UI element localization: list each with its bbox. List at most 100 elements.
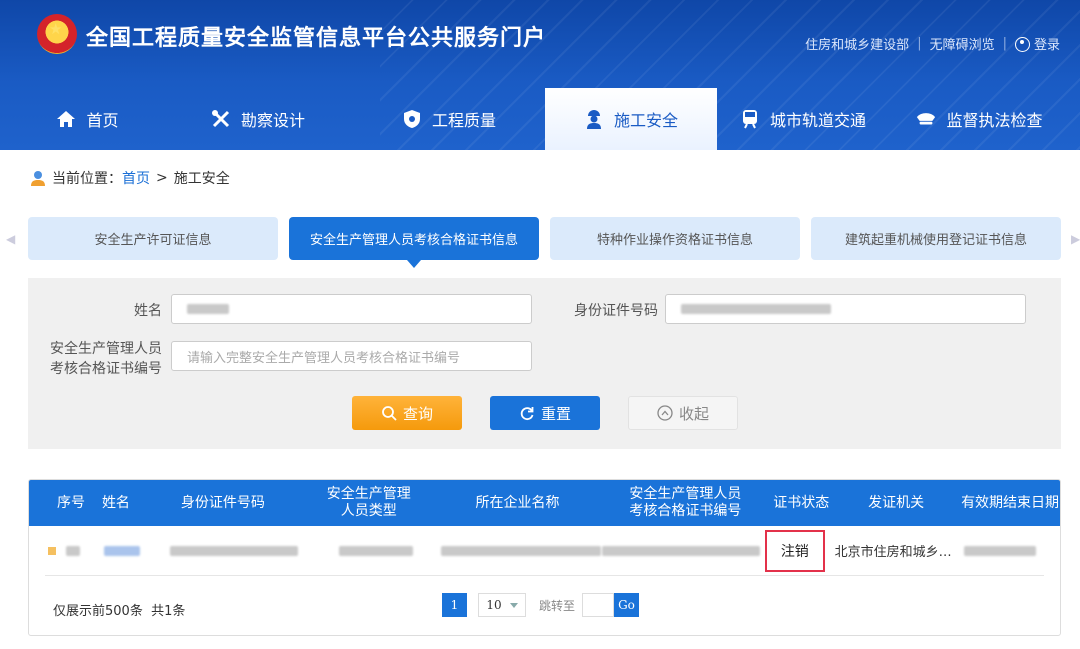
nav-item-home[interactable]: 首页 (12, 88, 163, 150)
pagination: 仅展示前500条 共1条 1 10 跳转至 Go (29, 576, 1060, 632)
go-button[interactable]: Go (614, 593, 639, 617)
login-label: 登录 (1033, 38, 1060, 53)
col-cert-number: 安全生产管理人员 考核合格证书编号 (600, 480, 770, 526)
refresh-icon (520, 407, 534, 421)
tabs-next-arrow-icon[interactable]: ▶ (1071, 232, 1080, 246)
cell-id-number (156, 545, 312, 556)
location-person-icon (31, 171, 45, 186)
divider: | (917, 36, 922, 51)
col-person-type-line-2: 人员类型 (340, 503, 397, 519)
tabs-prev-arrow-icon[interactable]: ◀ (6, 232, 15, 246)
redacted-value (66, 545, 80, 556)
col-seq: 序号 (56, 494, 85, 511)
cert-number-input[interactable]: 请输入完整安全生产管理人员考核合格证书编号 (171, 341, 532, 371)
result-summary: 仅展示前500条 共1条 (53, 604, 186, 619)
table-header: 序号 姓名 身份证件号码 安全生产管理 人员类型 所在企业名称 安全生产管理人员考… (29, 480, 1060, 526)
table-row[interactable]: 注销 北京市住房和城乡… (45, 526, 1044, 576)
site-title: 全国工程质量安全监管信息平台公共服务门户 (86, 26, 547, 51)
train-icon (740, 109, 760, 129)
col-issuer: 发证机关 (868, 494, 925, 511)
redacted-value (681, 304, 831, 314)
nav-label: 施工安全 (613, 111, 678, 130)
redacted-value (964, 545, 1037, 556)
cell-end-date (956, 545, 1044, 556)
cell-name[interactable] (88, 545, 156, 556)
status-value: 注销 (780, 543, 809, 560)
breadcrumb-home-link[interactable]: 首页 (122, 168, 150, 188)
cell-company (440, 545, 602, 556)
nav-label: 工程质量 (431, 111, 496, 130)
nav-label: 监督执法检查 (946, 111, 1043, 130)
chevron-up-circle-icon (657, 405, 673, 421)
nav-item-rail-transit[interactable]: 城市轨道交通 (717, 88, 889, 150)
user-icon (1014, 37, 1030, 52)
cert-number-label: 安全生产管理人员 考核合格证书编号 (46, 339, 162, 379)
collapse-button[interactable]: 收起 (628, 396, 738, 430)
jump-page-input[interactable] (582, 593, 614, 617)
row-marker (48, 546, 56, 555)
col-person-type-line-1: 安全生产管理 (326, 486, 411, 502)
redacted-value (187, 304, 229, 314)
cell-person-type (312, 545, 440, 556)
query-label: 查询 (402, 404, 433, 423)
tab-safety-license[interactable]: 安全生产许可证信息 (28, 217, 278, 260)
col-name: 姓名 (101, 494, 130, 511)
name-input[interactable] (171, 294, 532, 324)
cell-issuer: 北京市住房和城乡… (834, 545, 952, 560)
redacted-value (441, 545, 601, 556)
police-cap-icon (916, 109, 936, 129)
national-emblem-icon (37, 14, 77, 54)
query-button[interactable]: 查询 (352, 396, 462, 430)
col-cert-number-line-1: 安全生产管理人员 (629, 486, 742, 502)
nav-item-construction-safety[interactable]: 施工安全 (545, 88, 717, 150)
tab-crane-registration[interactable]: 建筑起重机械使用登记证书信息 (811, 217, 1061, 260)
col-person-type: 安全生产管理 人员类型 (303, 480, 435, 526)
login-link[interactable]: 登录 (1014, 34, 1060, 53)
col-id-number: 身份证件号码 (180, 494, 265, 511)
cell-seq (45, 545, 88, 556)
col-status: 证书状态 (773, 494, 830, 511)
tab-manager-certificate[interactable]: 安全生产管理人员考核合格证书信息 (289, 217, 539, 268)
breadcrumb: 当前位置： 首页 > 施工安全 (30, 168, 230, 188)
cert-number-label-line-1: 安全生产管理人员 (50, 341, 162, 357)
nav-label: 首页 (86, 111, 119, 130)
site-header: 全国工程质量安全监管信息平台公共服务门户 住房和城乡建设部 | 无障碍浏览 | … (0, 0, 1080, 150)
breadcrumb-current: 施工安全 (173, 171, 230, 187)
nav-label: 城市轨道交通 (769, 111, 866, 130)
col-end-date: 有效期结束日期 (961, 494, 1060, 511)
redacted-value (169, 545, 298, 556)
redacted-value (338, 545, 413, 556)
reset-label: 重置 (540, 404, 571, 423)
status-highlight: 注销 (764, 529, 825, 572)
breadcrumb-prefix: 当前位置： (52, 171, 122, 187)
page-number-button[interactable]: 1 (442, 593, 467, 617)
reset-button[interactable]: 重置 (490, 396, 600, 430)
breadcrumb-separator: > (156, 170, 168, 186)
main-nav: 首页 勘察设计 工程质量 施工安全 城市轨道交通 监督执法检查 (0, 88, 1080, 150)
nav-item-supervision[interactable]: 监督执法检查 (889, 88, 1070, 150)
accessible-link[interactable]: 无障碍浏览 (930, 34, 995, 53)
results-table: 序号 姓名 身份证件号码 安全生产管理 人员类型 所在企业名称 安全生产管理人员考… (28, 479, 1061, 636)
col-company: 所在企业名称 (475, 494, 560, 511)
nav-item-survey-design[interactable]: 勘察设计 (163, 88, 353, 150)
col-cert-number-line-2: 考核合格证书编号 (629, 503, 742, 519)
certificate-tabs: 安全生产许可证信息 安全生产管理人员考核合格证书信息 特种作业操作资格证书信息 … (28, 217, 1061, 268)
worker-icon (584, 109, 604, 129)
divider: | (1002, 36, 1007, 51)
id-number-input[interactable] (665, 294, 1026, 324)
redacted-value (103, 545, 140, 556)
search-panel: 姓名 身份证件号码 安全生产管理人员 考核合格证书编号 请输入完整安全生产管理人员… (28, 278, 1061, 449)
nav-item-quality[interactable]: 工程质量 (353, 88, 545, 150)
page-size-value: 10 (486, 598, 502, 612)
tab-special-operation[interactable]: 特种作业操作资格证书信息 (550, 217, 800, 260)
cert-number-label-line-2: 考核合格证书编号 (50, 361, 162, 377)
search-icon (382, 406, 397, 421)
top-links: 住房和城乡建设部 | 无障碍浏览 | 登录 (805, 34, 1060, 53)
shield-icon (402, 109, 422, 129)
redacted-value (601, 545, 760, 556)
ministry-link[interactable]: 住房和城乡建设部 (805, 34, 909, 53)
cell-cert-number (601, 545, 760, 556)
page-size-select[interactable]: 10 (478, 593, 526, 617)
tools-icon (211, 109, 231, 129)
id-number-label: 身份证件号码 (574, 303, 658, 319)
